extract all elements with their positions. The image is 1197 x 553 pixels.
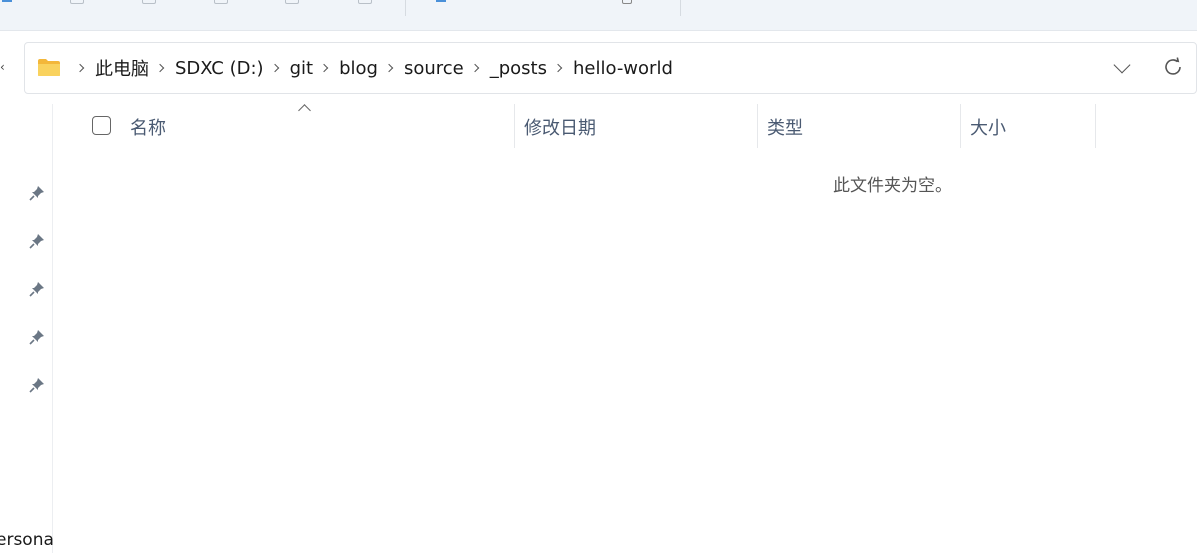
address-bar[interactable]: 此电脑 SDXC (D:) git blog source _posts hel… <box>24 42 1197 94</box>
column-modified[interactable]: 修改日期 <box>524 114 596 140</box>
pin-icon[interactable] <box>28 328 46 346</box>
chevron-down-icon[interactable] <box>1113 56 1131 74</box>
chevron-right-icon[interactable] <box>270 63 279 73</box>
file-explorer-window: ‹ 此电脑 SDXC (D:) git blog source _posts h… <box>0 0 1197 553</box>
breadcrumb-posts[interactable]: _posts <box>490 58 547 79</box>
breadcrumb-blog[interactable]: blog <box>339 58 378 79</box>
copy-icon[interactable] <box>70 0 84 4</box>
share-icon[interactable] <box>285 0 299 4</box>
pin-icon[interactable] <box>28 376 46 394</box>
toolbar-divider <box>405 0 406 16</box>
delete-icon[interactable] <box>358 0 372 4</box>
chevron-right-icon[interactable] <box>553 63 563 73</box>
chevron-right-icon[interactable] <box>75 63 85 73</box>
breadcrumb-source[interactable]: source <box>404 58 464 79</box>
chevron-left-icon[interactable]: ‹ <box>0 60 10 74</box>
chevron-right-icon[interactable] <box>319 63 329 73</box>
view-icon[interactable] <box>622 0 632 4</box>
breadcrumb-git[interactable]: git <box>290 58 313 79</box>
column-size[interactable]: 大小 <box>970 114 1006 140</box>
breadcrumb-drive[interactable]: SDXC (D:) <box>175 58 264 79</box>
breadcrumb-hello-world[interactable]: hello-world <box>573 58 673 79</box>
chevron-right-icon[interactable] <box>384 63 394 73</box>
chevron-right-icon[interactable] <box>470 63 479 73</box>
toolbar-divider <box>680 0 681 16</box>
folder-icon <box>38 59 60 76</box>
column-type[interactable]: 类型 <box>767 114 803 140</box>
column-divider[interactable] <box>757 104 758 148</box>
column-header-row: 名称 修改日期 类型 大小 <box>53 104 1197 148</box>
column-divider[interactable] <box>960 104 961 148</box>
sort-ascending-icon <box>298 104 311 117</box>
sort-icon[interactable] <box>436 0 446 2</box>
refresh-icon[interactable] <box>1161 55 1185 79</box>
empty-folder-message: 此文件夹为空。 <box>833 176 952 196</box>
sidebar-item-personal[interactable]: ersona <box>0 530 54 550</box>
paste-icon[interactable] <box>142 0 156 4</box>
command-toolbar <box>0 0 1197 31</box>
chevron-right-icon[interactable] <box>155 63 165 73</box>
pin-icon[interactable] <box>28 184 46 202</box>
column-divider[interactable] <box>514 104 515 148</box>
select-all-checkbox[interactable] <box>92 116 111 135</box>
column-name[interactable]: 名称 <box>130 114 166 140</box>
cut-icon[interactable] <box>2 0 12 2</box>
pin-icon[interactable] <box>28 232 46 250</box>
breadcrumb: 此电脑 SDXC (D:) git blog source _posts hel… <box>69 43 673 93</box>
rename-icon[interactable] <box>214 0 228 4</box>
pin-icon[interactable] <box>28 280 46 298</box>
column-divider[interactable] <box>1095 104 1096 148</box>
breadcrumb-this-pc[interactable]: 此电脑 <box>95 55 149 81</box>
navigation-pane <box>0 104 53 553</box>
